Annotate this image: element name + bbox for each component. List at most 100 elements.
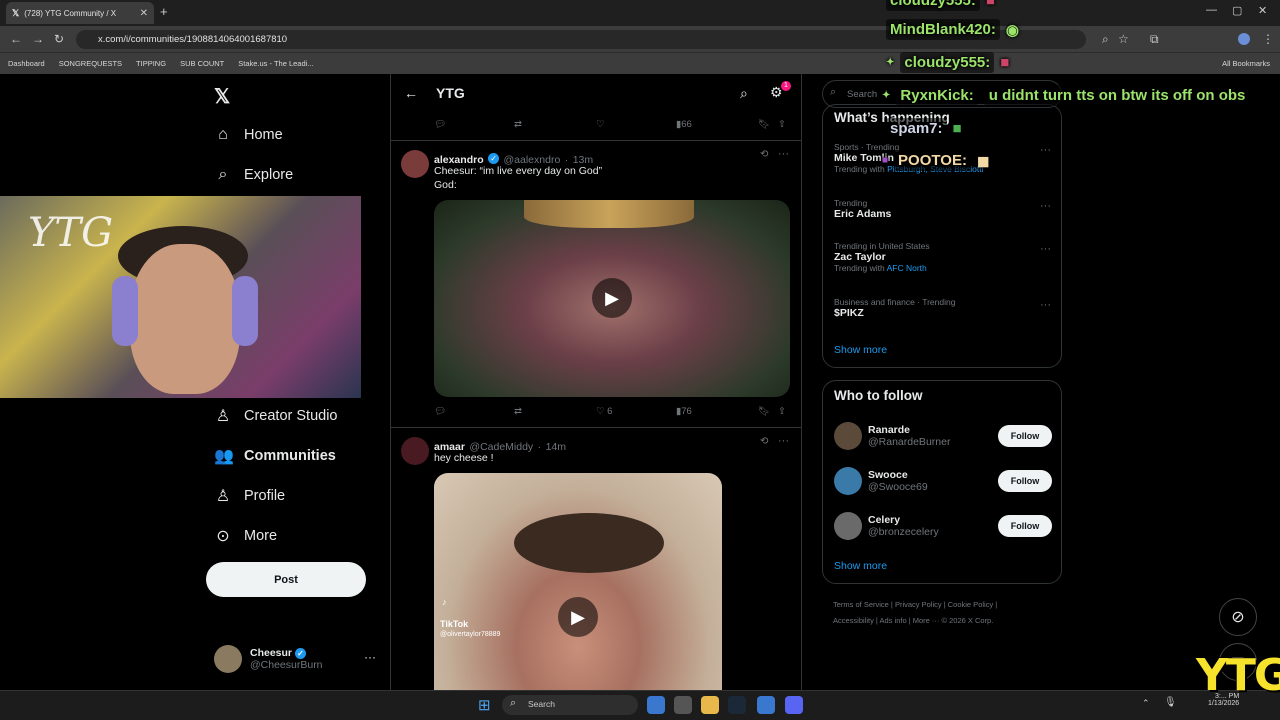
- profile-avatar-icon[interactable]: [1238, 33, 1250, 45]
- grok-icon[interactable]: ⟲: [760, 149, 768, 160]
- play-icon[interactable]: ▶: [558, 597, 598, 637]
- nav-communities[interactable]: 👥 Communities: [214, 446, 336, 466]
- notification-badge: 1: [781, 81, 791, 91]
- creator-studio-icon: ♙: [215, 408, 231, 425]
- close-window-button[interactable]: ✕: [1258, 4, 1267, 17]
- share-icon[interactable]: ⇧: [778, 406, 786, 417]
- trend-name: Zac Taylor: [834, 251, 886, 263]
- discord-icon[interactable]: [785, 696, 803, 714]
- tray-chevron-icon[interactable]: ⌃: [1142, 698, 1150, 709]
- file-explorer-icon[interactable]: [701, 696, 719, 714]
- repost-icon[interactable]: ⇄: [514, 119, 522, 130]
- trend-more-icon[interactable]: ···: [1040, 200, 1051, 212]
- post-more-icon[interactable]: ···: [778, 435, 789, 447]
- like-icon[interactable]: ♡: [596, 119, 605, 130]
- like-icon[interactable]: ♡ 6: [596, 406, 612, 417]
- nav-explore[interactable]: ⌕ Explore: [214, 166, 294, 184]
- footer-line[interactable]: Terms of Service | Privacy Policy | Cook…: [833, 597, 1058, 613]
- windows-start-icon[interactable]: ⊞: [478, 696, 491, 714]
- close-tab-icon[interactable]: ✕: [140, 8, 148, 19]
- bookmark-item[interactable]: TIPPING: [136, 59, 166, 68]
- all-bookmarks[interactable]: All Bookmarks: [1222, 59, 1270, 68]
- avatar[interactable]: [401, 150, 429, 178]
- chat-user: cloudzy555:: [900, 52, 995, 73]
- footer-line[interactable]: Accessibility | Ads info | More ··· © 20…: [833, 613, 1058, 629]
- reply-icon[interactable]: 💬︎: [434, 119, 446, 130]
- follow-button[interactable]: Follow: [998, 425, 1052, 447]
- bookmark-item[interactable]: SONGREQUESTS: [59, 59, 122, 68]
- tiktok-logo-icon: ♪: [442, 597, 447, 607]
- post-video[interactable]: ▶ ♪ TikTok @olivertaylor78889: [434, 473, 722, 690]
- browser-menu-icon[interactable]: ⋮: [1262, 32, 1274, 46]
- verified-icon: ✓: [294, 647, 306, 659]
- post-time[interactable]: 14m: [546, 441, 566, 453]
- chrome-icon[interactable]: [647, 696, 665, 714]
- footer-links[interactable]: Terms of Service | Privacy Policy | Cook…: [833, 597, 1058, 629]
- post-more-icon[interactable]: ···: [778, 148, 789, 160]
- trend-item[interactable]: Trending Eric Adams: [834, 198, 891, 220]
- reply-icon[interactable]: 💬︎: [434, 406, 446, 417]
- search-icon[interactable]: ⌕: [740, 85, 748, 102]
- trend-item[interactable]: Trending in United States Zac Taylor Tre…: [834, 241, 930, 273]
- nav-profile[interactable]: ♙ Profile: [214, 486, 285, 506]
- x-logo-icon[interactable]: 𝕏: [214, 84, 230, 109]
- new-tab-button[interactable]: +: [160, 4, 168, 19]
- follow-suggestion[interactable]: Celery @bronzecelery: [834, 512, 939, 540]
- trend-item[interactable]: Business and finance · Trending $PIKZ: [834, 297, 955, 319]
- microphone-icon[interactable]: 🎙︎: [1164, 697, 1177, 708]
- views-icon[interactable]: ▮66: [676, 119, 692, 130]
- reload-icon[interactable]: ↻: [54, 32, 64, 46]
- maximize-button[interactable]: ▢: [1232, 4, 1242, 17]
- bookmark-item[interactable]: Dashboard: [8, 59, 45, 68]
- views-icon[interactable]: ▮76: [676, 406, 692, 417]
- trend-more-icon[interactable]: ···: [1040, 299, 1051, 311]
- trend-name: Eric Adams: [834, 208, 892, 220]
- bookmark-star-icon[interactable]: ☆: [1118, 32, 1129, 46]
- account-name: Cheesur: [250, 647, 293, 659]
- repost-icon[interactable]: ⇄: [514, 406, 522, 417]
- emote-icon: ◼: [976, 152, 990, 170]
- back-icon[interactable]: ←: [10, 32, 22, 46]
- follow-suggestion[interactable]: Swooce @Swooce69: [834, 467, 928, 495]
- trend-more-icon[interactable]: ···: [1040, 243, 1051, 255]
- browser-tab[interactable]: 𝕏 (728) YTG Community / X ✕: [6, 2, 154, 24]
- taskbar-search[interactable]: Search: [502, 695, 638, 715]
- grok-icon[interactable]: ⟲: [760, 436, 768, 447]
- post-text: God:: [434, 179, 457, 191]
- follow-button[interactable]: Follow: [998, 515, 1052, 537]
- chat-message: MindBlank420: ◉: [886, 19, 1019, 40]
- trend-more-icon[interactable]: ···: [1040, 144, 1051, 156]
- chrome-icon[interactable]: [757, 696, 775, 714]
- back-arrow-icon[interactable]: ←: [404, 85, 418, 101]
- nav-more[interactable]: ⊙ More: [214, 526, 277, 546]
- bookmark-icon[interactable]: 🔖︎: [758, 406, 770, 417]
- avatar[interactable]: [401, 437, 429, 465]
- share-icon[interactable]: ⇧: [778, 119, 786, 130]
- badge-icon: ✦: [882, 90, 891, 101]
- bookmark-icon[interactable]: 🔖︎: [758, 119, 770, 130]
- nav-home[interactable]: ⌂ Home: [214, 126, 283, 144]
- play-icon[interactable]: ▶: [592, 278, 632, 318]
- follow-suggestion[interactable]: Ranarde @RanardeBurner: [834, 422, 950, 450]
- follow-button[interactable]: Follow: [998, 470, 1052, 492]
- bookmark-item[interactable]: Stake.us - The Leadi...: [238, 59, 313, 68]
- zoom-icon[interactable]: ⌕: [1102, 32, 1109, 47]
- post-video[interactable]: ▶: [434, 200, 790, 397]
- trend-with-links[interactable]: AFC North: [887, 263, 927, 273]
- nav-creator-studio[interactable]: ♙ Creator Studio: [214, 406, 338, 426]
- forward-icon[interactable]: →: [32, 32, 44, 46]
- account-more-icon[interactable]: ···: [364, 650, 376, 664]
- follow-show-more-link[interactable]: Show more: [834, 560, 887, 572]
- bookmarks-bar: Dashboard SONGREQUESTS TIPPING SUB COUNT…: [0, 52, 1280, 74]
- minimize-button[interactable]: —: [1206, 4, 1217, 16]
- post-button[interactable]: Post: [206, 562, 366, 597]
- suggestion-handle: @bronzecelery: [868, 526, 939, 538]
- steam-icon[interactable]: [728, 696, 746, 714]
- grok-fab-icon[interactable]: ⊘: [1219, 598, 1257, 636]
- nav-creator-studio-label: Creator Studio: [244, 408, 338, 424]
- trends-show-more-link[interactable]: Show more: [834, 344, 887, 356]
- app-icon[interactable]: [674, 696, 692, 714]
- account-switcher[interactable]: Cheesur ✓ @CheesurBurn: [214, 645, 323, 673]
- bookmark-item[interactable]: SUB COUNT: [180, 59, 224, 68]
- extensions-icon[interactable]: ⧉: [1150, 32, 1159, 47]
